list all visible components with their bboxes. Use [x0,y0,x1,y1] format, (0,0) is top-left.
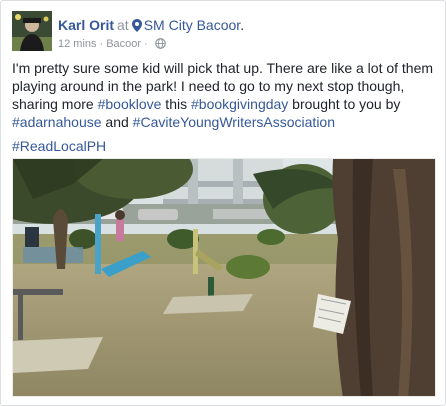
hashtag-line: #ReadLocalPH [12,137,436,155]
checkin-place[interactable]: SM City Bacoor [144,17,240,33]
post-photo[interactable] [12,158,436,397]
post-meta: 12 mins · Bacoor · [58,37,166,53]
location-label[interactable]: Bacoor [106,38,141,50]
post-title-line: Karl Orit at SM City Bacoor. [58,16,244,36]
timestamp[interactable]: 12 mins [58,38,97,50]
message-text: brought to you by [288,96,401,112]
period: . [240,17,245,33]
globe-icon[interactable] [154,38,166,53]
park-photo [13,159,435,396]
hashtag-link[interactable]: #bookgivingday [191,96,288,112]
feed-post: Karl Orit at SM City Bacoor. 12 mins · Bacoo… [0,0,446,406]
hashtag-link[interactable]: #ReadLocalPH [12,138,106,154]
author-name[interactable]: Karl Orit [58,17,114,33]
avatar[interactable] [12,11,52,51]
avatar-image [12,11,52,51]
map-pin-icon [131,18,142,36]
message-text: and [101,114,133,130]
hashtag-link[interactable]: #CaviteYoungWritersAssociation [133,114,335,130]
post-body: I'm pretty sure some kid will pick that … [12,59,436,155]
at-word: at [117,17,129,33]
hashtag-link[interactable]: #booklove [98,96,162,112]
message-text: this [161,96,191,112]
hashtag-link[interactable]: #adarnahouse [12,114,102,130]
meta-separator: · [144,38,148,50]
post-message: I'm pretty sure some kid will pick that … [12,59,436,131]
meta-separator: · [99,38,104,50]
